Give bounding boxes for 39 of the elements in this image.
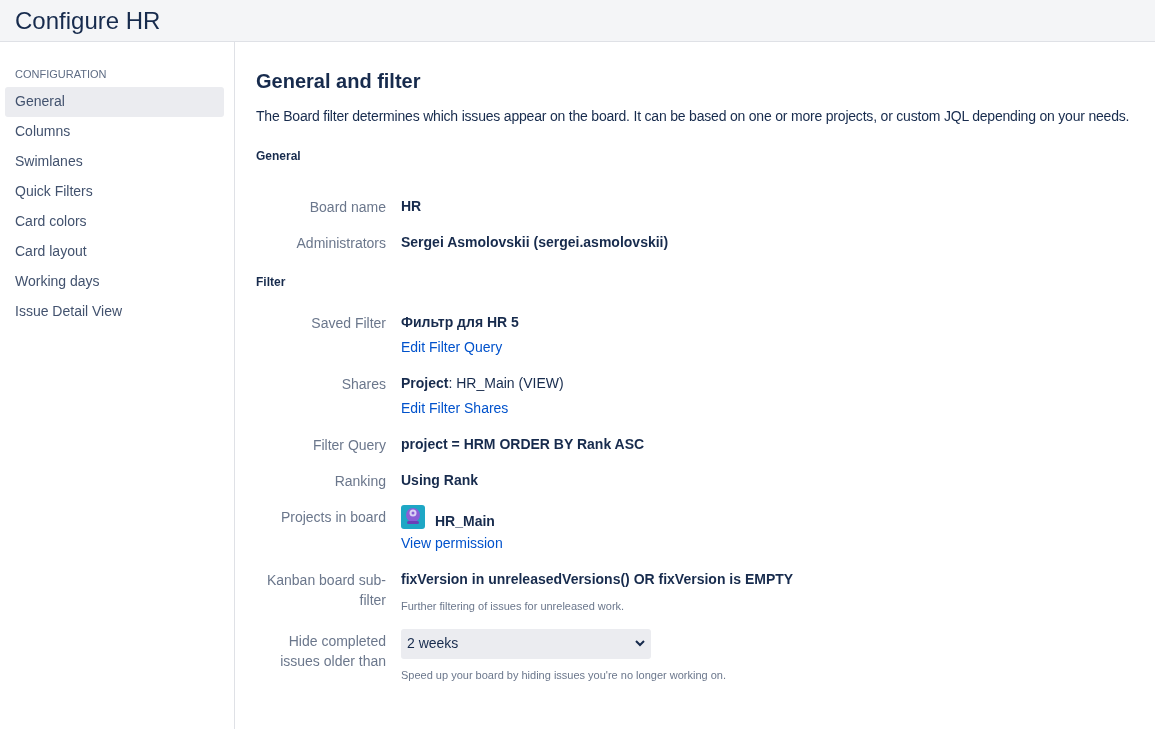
sidebar-item[interactable]: Card colors bbox=[5, 206, 224, 237]
group-heading: Filter bbox=[256, 274, 287, 291]
field-value: fixVersion in unreleasedVersions() OR fixVersion is EMPTY bbox=[401, 570, 794, 589]
chevron-down-icon bbox=[635, 640, 645, 647]
sidebar-item[interactable]: Columns bbox=[5, 116, 224, 147]
field-label: Filter Query bbox=[312, 436, 386, 455]
field-label: Board name bbox=[309, 198, 386, 217]
field-value: Фильтр для HR 5 bbox=[401, 313, 519, 332]
field-label: Ranking bbox=[334, 472, 386, 491]
field-link[interactable]: Edit Filter Shares bbox=[401, 398, 509, 419]
sidebar-heading: CONFIGURATION bbox=[14, 67, 108, 82]
sidebar-item[interactable]: Working days bbox=[5, 266, 224, 297]
help-text: Further filtering of issues for unreleased work. bbox=[401, 599, 625, 614]
field-label: Projects in board bbox=[280, 508, 386, 527]
sidebar-item[interactable]: General bbox=[5, 86, 224, 117]
field-label: Administrators bbox=[296, 234, 386, 253]
period-select[interactable]: 2 weeks bbox=[401, 628, 651, 659]
sidebar-item[interactable]: Card layout bbox=[5, 236, 224, 267]
project-avatar-icon bbox=[401, 505, 425, 529]
field-value: HR bbox=[401, 197, 422, 216]
description: The Board filter determines which issues appear on the board. It can be based on one or more projects, or custom JQL depending on your needs. bbox=[256, 107, 1131, 126]
sidebar-item[interactable]: Swimlanes bbox=[5, 146, 224, 177]
field-value: Project: HR_Main (VIEW) bbox=[401, 374, 564, 393]
field-link[interactable]: View permission bbox=[401, 533, 503, 554]
sidebar-item[interactable]: Issue Detail View bbox=[5, 296, 224, 327]
field-link[interactable]: Edit Filter Query bbox=[401, 337, 503, 358]
group-heading: General bbox=[256, 148, 302, 165]
help-text: Speed up your board by hiding issues you're no longer working on. bbox=[401, 667, 726, 683]
section-title: General and filter bbox=[256, 69, 422, 94]
field-value: project = HRM ORDER BY Rank ASC bbox=[401, 435, 645, 454]
field-label: Shares bbox=[341, 375, 386, 394]
field-value: Using Rank bbox=[401, 471, 478, 490]
page-title: Configure HR bbox=[15, 5, 161, 36]
project-name: HR_Main bbox=[435, 512, 495, 531]
field-value: Sergei Asmolovskii (sergei.asmolovskii) bbox=[401, 233, 669, 252]
sidebar-item[interactable]: Quick Filters bbox=[5, 176, 224, 207]
field-label: Kanban board sub-filter bbox=[265, 571, 386, 610]
field-label: Saved Filter bbox=[311, 314, 386, 333]
field-label: Hide completed issues older than bbox=[279, 631, 386, 671]
